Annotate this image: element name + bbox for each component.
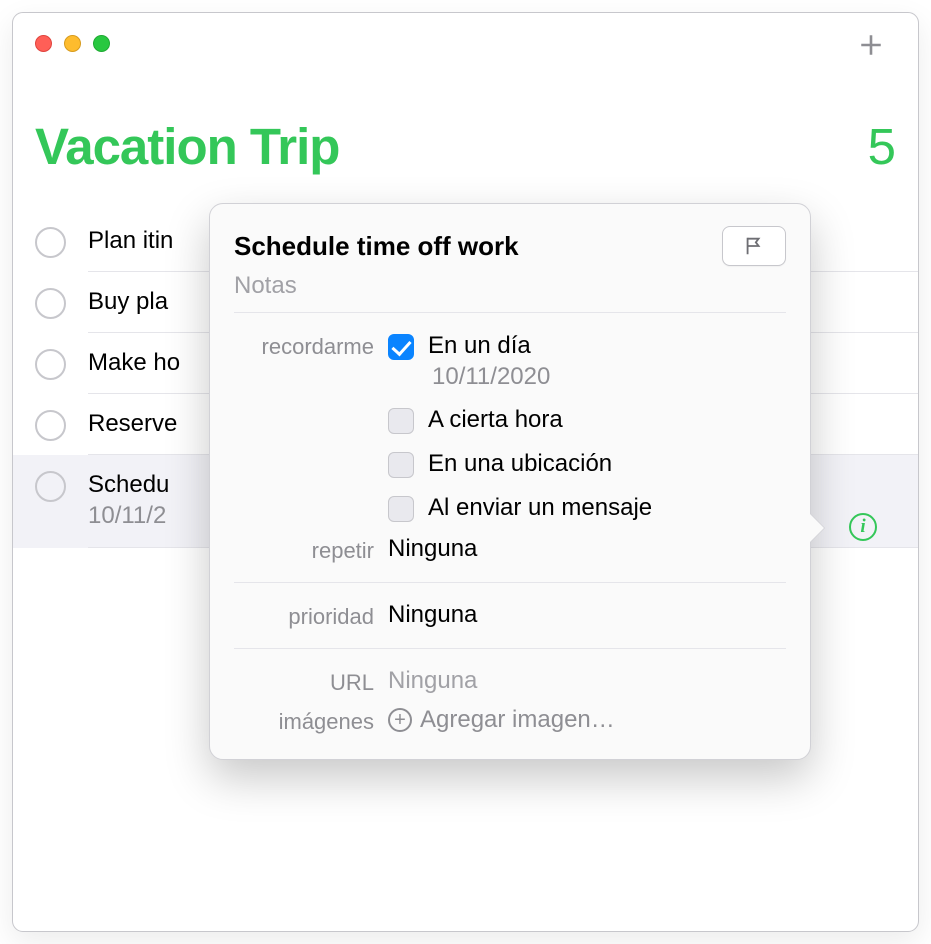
add-reminder-button[interactable] xyxy=(848,27,894,63)
remind-on-message-option[interactable]: Al enviar un mensaje xyxy=(388,493,786,523)
list-count: 5 xyxy=(868,117,896,176)
list-title: Vacation Trip xyxy=(35,117,339,176)
flag-icon xyxy=(743,235,765,257)
reminder-info-button[interactable]: i xyxy=(847,511,879,543)
option-detail[interactable]: 10/11/2020 xyxy=(432,363,550,391)
images-label: imágenes xyxy=(234,706,388,735)
app-window: Vacation Trip 5 Plan itin Buy pla Make h… xyxy=(12,12,919,932)
fullscreen-window-button[interactable] xyxy=(93,35,110,52)
checkbox-unchecked-icon[interactable] xyxy=(388,452,414,478)
url-label: URL xyxy=(234,667,388,696)
url-value[interactable]: Ninguna xyxy=(388,667,786,695)
remind-on-day-option[interactable]: En un día 10/11/2020 xyxy=(388,331,786,391)
images-field: imágenes + Agregar imagen… xyxy=(234,706,786,735)
priority-field[interactable]: prioridad Ninguna xyxy=(234,601,786,649)
reminder-complete-toggle[interactable] xyxy=(35,471,66,502)
option-label: En una ubicación xyxy=(428,449,612,479)
priority-label: prioridad xyxy=(234,601,388,630)
checkbox-unchecked-icon[interactable] xyxy=(388,496,414,522)
reminder-complete-toggle[interactable] xyxy=(35,227,66,258)
reminder-details-popover: Schedule time off work Notas recordarme … xyxy=(209,203,811,760)
list-header: Vacation Trip 5 xyxy=(35,117,896,176)
checkbox-checked-icon[interactable] xyxy=(388,334,414,360)
popover-title[interactable]: Schedule time off work xyxy=(234,231,519,262)
repeat-label: repetir xyxy=(234,535,388,564)
plus-circle-icon: + xyxy=(388,708,412,732)
flag-button[interactable] xyxy=(722,226,786,266)
window-traffic-lights xyxy=(35,35,110,52)
option-label: Al enviar un mensaje xyxy=(428,493,652,523)
option-label: A cierta hora xyxy=(428,405,563,435)
close-window-button[interactable] xyxy=(35,35,52,52)
info-icon: i xyxy=(849,513,877,541)
repeat-field[interactable]: repetir Ninguna xyxy=(234,535,786,583)
remind-at-time-option[interactable]: A cierta hora xyxy=(388,405,786,435)
priority-value[interactable]: Ninguna xyxy=(388,601,786,629)
notes-field[interactable]: Notas xyxy=(234,272,786,300)
option-label: En un día xyxy=(428,331,550,361)
remind-me-field: recordarme En un día 10/11/2020 A cierta… xyxy=(234,331,786,531)
remind-me-label: recordarme xyxy=(234,331,388,360)
add-image-button[interactable]: + Agregar imagen… xyxy=(388,706,786,734)
reminder-complete-toggle[interactable] xyxy=(35,288,66,319)
reminder-complete-toggle[interactable] xyxy=(35,349,66,380)
checkbox-unchecked-icon[interactable] xyxy=(388,408,414,434)
popover-arrow-icon xyxy=(810,514,824,542)
reminder-complete-toggle[interactable] xyxy=(35,410,66,441)
add-image-label: Agregar imagen… xyxy=(420,706,615,734)
repeat-value[interactable]: Ninguna xyxy=(388,535,786,563)
plus-icon xyxy=(858,32,884,58)
url-field[interactable]: URL Ninguna xyxy=(234,667,786,696)
remind-at-location-option[interactable]: En una ubicación xyxy=(388,449,786,479)
minimize-window-button[interactable] xyxy=(64,35,81,52)
